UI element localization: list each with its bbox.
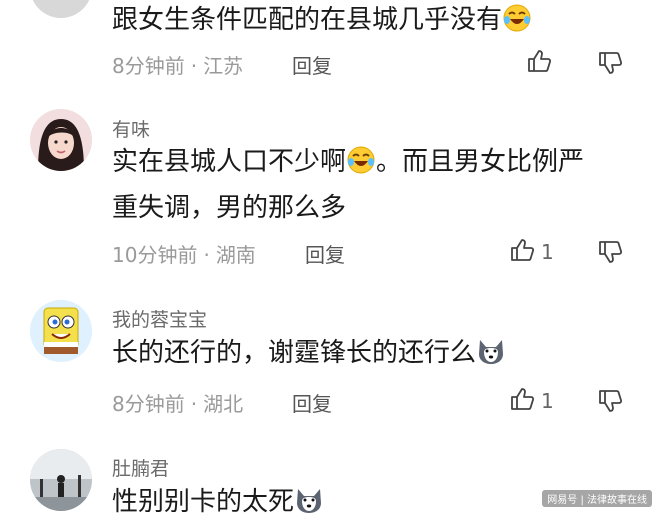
comment-item: 有味 实在县城人口不少啊 。而且男女比例严 重失调，男的那么多 10分钟前 · 湖南 …: [0, 106, 660, 281]
husky-dog-emoji-icon: [476, 336, 506, 366]
comment-username[interactable]: 肚腩君: [112, 454, 169, 481]
comment-username[interactable]: 我的蓉宝宝: [112, 305, 207, 332]
comment-item: 跟女生条件匹配的在县城几乎没有 8分钟前 · 江苏 回复: [0, 0, 660, 90]
separator: ·: [203, 243, 210, 267]
dislike-button[interactable]: [597, 51, 623, 79]
avatar[interactable]: [30, 300, 92, 362]
like-count: 1: [541, 240, 554, 264]
reply-button[interactable]: 回复: [292, 388, 332, 417]
dislike-button[interactable]: [597, 240, 623, 268]
comment-location: 湖南: [215, 243, 256, 267]
avatar[interactable]: [30, 449, 92, 511]
comment-location: 江苏: [203, 54, 244, 78]
comment-time: 8分钟前: [112, 54, 185, 78]
like-count: 1: [541, 389, 554, 413]
thumbs-down-icon: [597, 388, 623, 418]
thumbs-up-icon: [509, 237, 535, 267]
thumbs-down-icon: [597, 239, 623, 269]
comment-username[interactable]: 有味: [112, 115, 150, 142]
comment-meta: 10分钟前 · 湖南: [112, 239, 256, 268]
dislike-button[interactable]: [597, 389, 623, 417]
like-button[interactable]: 1: [509, 238, 554, 266]
comment-text: 实在县城人口不少啊 。而且男女比例严: [112, 145, 585, 177]
like-button[interactable]: [526, 49, 552, 77]
laugh-cry-emoji-icon: [346, 145, 376, 175]
thumbs-down-icon: [597, 50, 623, 80]
laugh-cry-emoji-icon: [502, 3, 532, 33]
comment-text-line2: 重失调，男的那么多: [112, 193, 347, 223]
comment-time: 8分钟前: [112, 392, 185, 416]
comment-item: 我的蓉宝宝 长的还行的，谢霆锋长的还行么 8分钟前 · 湖北 回复 1: [0, 297, 660, 427]
comment-location: 湖北: [203, 392, 244, 416]
avatar[interactable]: [30, 109, 92, 171]
avatar[interactable]: [30, 0, 92, 18]
thumbs-up-icon: [526, 48, 552, 78]
comment-text: 长的还行的，谢霆锋长的还行么: [112, 333, 632, 373]
comment-time: 10分钟前: [112, 243, 198, 267]
separator: ·: [190, 392, 198, 416]
reply-button[interactable]: 回复: [305, 239, 345, 268]
comment-meta: 8分钟前 · 江苏: [112, 50, 243, 79]
comment-text: 跟女生条件匹配的在县城几乎没有: [112, 0, 632, 40]
reply-button[interactable]: 回复: [292, 50, 332, 79]
comment-meta: 8分钟前 · 湖北: [112, 388, 243, 417]
like-button[interactable]: 1: [509, 387, 554, 415]
thumbs-up-icon: [509, 386, 535, 416]
watermark: 网易号 | 法律故事在线: [542, 490, 652, 507]
separator: ·: [190, 54, 198, 78]
